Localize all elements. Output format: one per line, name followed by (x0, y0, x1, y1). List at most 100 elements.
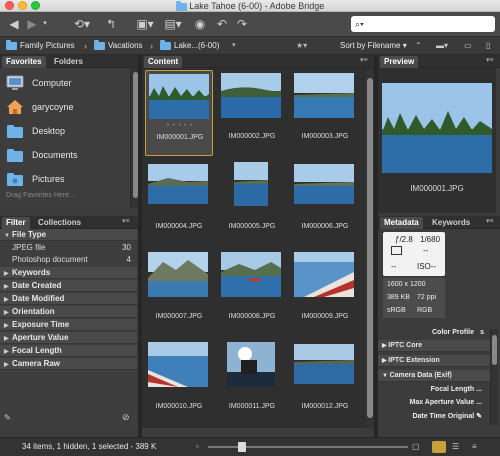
breadcrumb-menu-chevron-icon[interactable]: ▾ (232, 37, 236, 55)
collapsed-triangle-icon: ▶ (4, 310, 9, 316)
filter-group-date-modified[interactable]: ▶ Date Modified (0, 293, 137, 305)
get-photos-camera-icon[interactable]: ▣▾ (136, 16, 154, 32)
zoom-in-icon[interactable]: ▢ (412, 438, 420, 456)
shutter-value: 1/680 (420, 235, 441, 244)
thumbnail-filename: IM000004.JPG (155, 223, 203, 230)
recent-files-icon[interactable]: ⟲▾ (72, 16, 92, 32)
favorite-documents[interactable]: Documents (6, 144, 128, 166)
content-scrollbar[interactable] (364, 68, 374, 428)
panel-menu-icon[interactable]: ▾≡ (122, 217, 130, 225)
metadata-section-iptc-core[interactable]: ▶ IPTC Core (378, 340, 496, 352)
thumbnail-item[interactable]: IM000011.JPG (218, 340, 286, 426)
thumbnail-item[interactable]: IM000005.JPG (218, 160, 286, 246)
preview-image[interactable] (382, 83, 492, 173)
tab-metadata[interactable]: Metadata (380, 217, 423, 229)
thumbnail-filename: IM000002.JPG (228, 133, 276, 140)
collapsed-triangle-icon: ▶ (4, 284, 9, 290)
rotate-right-icon[interactable]: ↷ (235, 16, 249, 32)
filter-entry-jpeg[interactable]: JPEG file 30 (0, 242, 137, 253)
thumbnail-item[interactable]: IM000003.JPG (291, 70, 359, 156)
new-folder-icon[interactable]: ▭ (464, 37, 472, 55)
filter-group-exposure-time[interactable]: ▶ Exposure Time (0, 319, 137, 331)
filter-group-orientation[interactable]: ▶ Orientation (0, 306, 137, 318)
breadcrumb-family-pictures[interactable]: Family Pictures (6, 37, 75, 55)
scrollbar-thumb[interactable] (492, 335, 497, 365)
thumbnail-item[interactable]: IM000004.JPG (145, 160, 213, 246)
view-grid-icon[interactable] (432, 441, 446, 453)
thumbnail-item[interactable]: IM000002.JPG (218, 70, 286, 156)
metadata-scrollbar[interactable] (490, 329, 498, 425)
tab-folders[interactable]: Folders (50, 56, 87, 68)
scrollbar-thumb[interactable] (367, 78, 373, 418)
content-grid: • • • • • IM000001.JPG IM000002.JPG IM00… (142, 68, 364, 428)
filter-group-focal-length[interactable]: ▶ Focal Length (0, 345, 137, 357)
drag-favorites-hint: Drag Favorites Here... (6, 192, 75, 199)
back-arrow-icon[interactable]: ◀ (6, 16, 22, 32)
lake-photo (148, 164, 208, 204)
zoom-out-icon[interactable]: ▫ (196, 438, 199, 456)
sort-ascending-icon[interactable]: ⌃ (415, 37, 422, 55)
clear-filter-icon[interactable]: ⊘ (122, 412, 130, 423)
rotate-left-icon[interactable]: ↶ (215, 16, 229, 32)
thumbnail-item[interactable]: IM000012.JPG (291, 340, 359, 426)
return-to-photoshop-icon[interactable]: ↰ (104, 16, 118, 32)
thumbnail-filename: IM000001.JPG (156, 134, 204, 141)
metadata-section-iptc-extension[interactable]: ▶ IPTC Extension (378, 355, 496, 367)
panel-menu-icon[interactable]: ▾≡ (486, 217, 494, 225)
history-chevron-icon[interactable]: ▾ (40, 16, 50, 32)
tab-content[interactable]: Content (144, 56, 183, 68)
collapsed-triangle-icon: ▶ (4, 349, 9, 355)
tab-keywords[interactable]: Keywords (428, 217, 474, 229)
lake-photo (294, 344, 354, 384)
filter-group-keywords[interactable]: ▶ Keywords (0, 267, 137, 279)
thumbnail-item[interactable]: IM000010.JPG (145, 340, 213, 426)
thumbnail-item[interactable]: • • • • • IM000001.JPG (145, 70, 213, 156)
metadata-section-camera-data[interactable]: ▼ Camera Data (Exif) (378, 370, 496, 382)
trash-icon[interactable]: ▯ (486, 37, 490, 55)
thumbnail-item[interactable]: IM000006.JPG (291, 160, 359, 246)
sort-by-menu[interactable]: Sort by Filename ▾ (340, 37, 407, 55)
favorites-star-icon[interactable]: ★▾ (296, 37, 307, 55)
favorite-desktop[interactable]: Desktop (6, 120, 128, 142)
filter-group-aperture-value[interactable]: ▶ Aperture Value (0, 332, 137, 344)
filter-group-camera-raw[interactable]: ▶ Camera Raw (0, 358, 137, 370)
thumbnail-item[interactable]: IM000009.JPG (291, 250, 359, 336)
breadcrumb-lake-tahoe[interactable]: Lake...(6-00) (160, 37, 219, 55)
tab-collections[interactable]: Collections (34, 217, 85, 229)
pin-icon[interactable]: ✎ (4, 413, 11, 422)
path-bar: Family Pictures › Vacations › Lake...(6-… (0, 37, 500, 55)
favorite-computer[interactable]: Computer (6, 72, 128, 94)
open-in-camera-raw-icon[interactable]: ◉ (192, 16, 208, 32)
favorite-pictures[interactable]: Pictures (6, 168, 128, 190)
forward-arrow-icon[interactable]: ▶ (24, 16, 40, 32)
search-input[interactable]: ⌕▾ (351, 16, 495, 32)
panel-menu-icon[interactable]: ▾≡ (486, 56, 494, 64)
view-list-icon[interactable]: ≡ (472, 438, 477, 456)
resolution-value: 72 ppi (417, 294, 437, 301)
thumbnail-filename: IM000007.JPG (155, 313, 203, 320)
thumbnail-item[interactable]: IM000008.JPG (218, 250, 286, 336)
tab-favorites[interactable]: Favorites (2, 56, 46, 68)
filter-group-file-type[interactable]: ▼ File Type (0, 229, 137, 241)
thumbnail-filename: IM000003.JPG (301, 133, 349, 140)
open-recent-folder-icon[interactable]: ▬▾ (436, 37, 448, 55)
favorites-scrollbar[interactable] (130, 68, 138, 208)
view-details-icon[interactable]: ☰ (452, 438, 459, 456)
exif-value: ... (476, 399, 482, 406)
exif-label: Date Time Original (412, 413, 475, 420)
breadcrumb-vacations[interactable]: Vacations (94, 37, 143, 55)
dimensions-value: 1600 x 1200 (387, 281, 426, 288)
file-size-value: 389 KB (387, 294, 410, 301)
favorite-home[interactable]: garycoyne (6, 96, 128, 118)
favorite-label: Documents (32, 150, 78, 160)
tab-filter[interactable]: Filter (2, 217, 30, 229)
thumbnail-item[interactable]: IM000007.JPG (145, 250, 213, 336)
panel-menu-icon[interactable]: ▾≡ (360, 56, 368, 64)
content-panel-tabs: Content ▾≡ (142, 55, 374, 68)
favorite-label: Computer (32, 78, 72, 88)
slider-handle[interactable] (238, 442, 246, 452)
refine-icon[interactable]: ▤▾ (164, 16, 182, 32)
filter-entry-photoshop[interactable]: Photoshop document 4 (0, 254, 137, 265)
filter-group-date-created[interactable]: ▶ Date Created (0, 280, 137, 292)
tab-preview[interactable]: Preview (380, 56, 419, 68)
